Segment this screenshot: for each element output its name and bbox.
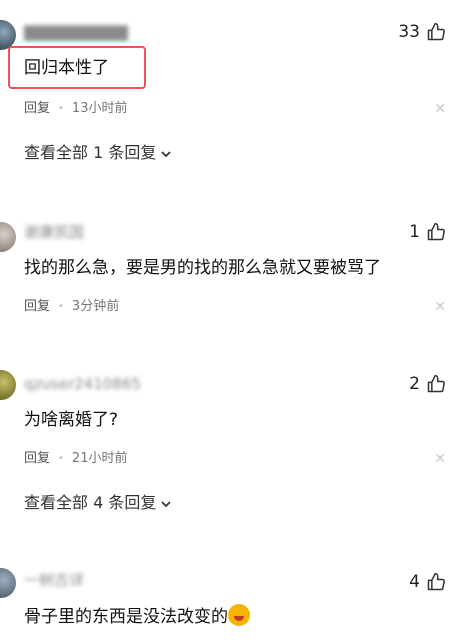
thumbs-up-icon xyxy=(427,222,445,241)
chevron-down-icon xyxy=(161,151,171,158)
view-all-replies-label: 查看全部 1 条回复 xyxy=(24,143,157,162)
thumbs-up-icon xyxy=(427,572,445,591)
comment-time: 3分钟前 xyxy=(71,299,120,314)
separator-dot: • xyxy=(58,453,64,464)
like-button[interactable]: 2 xyxy=(409,372,446,396)
like-count: 33 xyxy=(398,22,420,42)
separator-dot: • xyxy=(58,103,64,114)
comment-text: 为啥离婚了? xyxy=(24,410,119,430)
avatar[interactable] xyxy=(0,370,16,400)
comment-time: 13小时前 xyxy=(71,101,128,116)
like-count: 2 xyxy=(409,374,420,394)
thumbs-up-icon xyxy=(427,22,445,41)
comment-username[interactable]: qzuser2410865 xyxy=(24,374,141,394)
comment-text: 骨子里的东西是没法改变的 xyxy=(24,607,228,627)
like-count: 4 xyxy=(409,572,420,592)
comment-username[interactable]: ▇▇▇▇▇▇▇▇▇ xyxy=(24,22,128,42)
like-count: 1 xyxy=(409,222,420,242)
like-button[interactable]: 1 xyxy=(409,220,446,244)
view-all-replies-label: 查看全部 4 条回复 xyxy=(24,493,157,512)
separator-dot: • xyxy=(58,301,64,312)
like-button[interactable]: 4 xyxy=(409,570,446,594)
comment-text: 回归本性了 xyxy=(24,58,109,78)
view-all-replies-button[interactable]: 查看全部 4 条回复 xyxy=(24,492,172,514)
comment-text: 找的那么急，要是男的找的那么急就又要被骂了 xyxy=(24,258,381,278)
close-icon[interactable]: ✕ xyxy=(434,450,446,468)
reply-button[interactable]: 回复 xyxy=(24,298,50,316)
comment-username[interactable]: 谢康凯国 xyxy=(24,222,84,242)
chevron-down-icon xyxy=(161,501,171,508)
comment-meta: 回复 • 3分钟前 xyxy=(24,298,119,316)
comment-time: 21小时前 xyxy=(71,451,128,466)
like-button[interactable]: 33 xyxy=(398,20,446,44)
laughing-crying-emoji-icon xyxy=(228,604,250,626)
reply-button[interactable]: 回复 xyxy=(24,100,50,118)
view-all-replies-button[interactable]: 查看全部 1 条回复 xyxy=(24,142,172,164)
reply-button[interactable]: 回复 xyxy=(24,450,50,468)
avatar[interactable] xyxy=(0,222,16,252)
close-icon[interactable]: ✕ xyxy=(434,298,446,316)
thumbs-up-icon xyxy=(427,374,445,393)
comment-meta: 回复 • 13小时前 xyxy=(24,100,127,118)
comment-username[interactable]: 一树古详 xyxy=(24,570,84,590)
comment-text-row: 骨子里的东西是没法改变的 xyxy=(24,604,250,629)
close-icon[interactable]: ✕ xyxy=(434,100,446,118)
comment-meta: 回复 • 21小时前 xyxy=(24,450,127,468)
avatar[interactable] xyxy=(0,568,16,598)
